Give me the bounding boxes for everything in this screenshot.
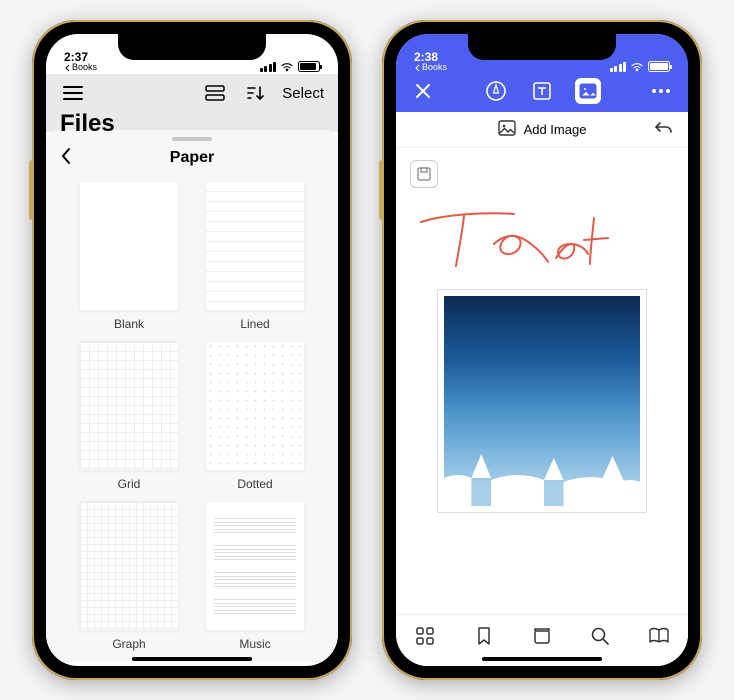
signal-icon (260, 62, 277, 72)
paper-option-lined[interactable]: Lined (202, 181, 308, 331)
paper-option-music[interactable]: Music (202, 501, 308, 651)
view-list-icon[interactable] (202, 80, 228, 106)
close-icon[interactable] (410, 78, 436, 104)
preview-blank (79, 181, 179, 311)
paper-option-graph[interactable]: Graph (76, 501, 182, 651)
save-icon[interactable] (410, 160, 438, 188)
pen-tool-icon[interactable] (483, 78, 509, 104)
search-icon[interactable] (587, 623, 613, 649)
battery-icon (298, 61, 320, 72)
paper-option-blank[interactable]: Blank (76, 181, 182, 331)
sort-icon[interactable] (242, 80, 268, 106)
more-icon[interactable] (648, 78, 674, 104)
image-icon (498, 120, 516, 139)
signal-icon (610, 62, 627, 72)
back-icon[interactable] (60, 147, 72, 170)
add-image-bar: Add Image (396, 112, 688, 148)
wifi-icon (280, 62, 294, 72)
back-to-app[interactable]: Books (414, 63, 447, 72)
sheet-title: Paper (170, 149, 214, 167)
text-tool-icon[interactable] (529, 78, 555, 104)
sheet-grabber[interactable] (172, 137, 212, 141)
preview-graph (79, 501, 179, 631)
menu-icon[interactable] (60, 80, 86, 106)
select-button[interactable]: Select (282, 85, 324, 102)
preview-lined (205, 181, 305, 311)
cards-icon[interactable] (529, 623, 555, 649)
preview-music (205, 501, 305, 631)
inserted-image[interactable] (437, 289, 647, 513)
add-image-button[interactable]: Add Image (524, 122, 587, 137)
home-indicator[interactable] (132, 657, 252, 661)
back-to-app[interactable]: Books (64, 63, 97, 72)
book-icon[interactable] (646, 623, 672, 649)
wifi-icon (630, 62, 644, 72)
preview-dotted (205, 341, 305, 471)
page-title: Files (46, 110, 338, 132)
handwriting-test (416, 204, 656, 276)
bookmark-icon[interactable] (471, 623, 497, 649)
note-canvas[interactable] (396, 148, 688, 620)
paper-option-grid[interactable]: Grid (76, 341, 182, 491)
battery-icon (648, 61, 670, 72)
files-header: Select (46, 74, 338, 110)
preview-grid (79, 341, 179, 471)
undo-icon[interactable] (654, 120, 674, 139)
grid-icon[interactable] (412, 623, 438, 649)
home-indicator[interactable] (482, 657, 602, 661)
paper-sheet: Paper Blank Lined Grid Dotted (46, 130, 338, 662)
editor-toolbar (396, 74, 688, 112)
image-tool-icon[interactable] (575, 78, 601, 104)
paper-option-dotted[interactable]: Dotted (202, 341, 308, 491)
